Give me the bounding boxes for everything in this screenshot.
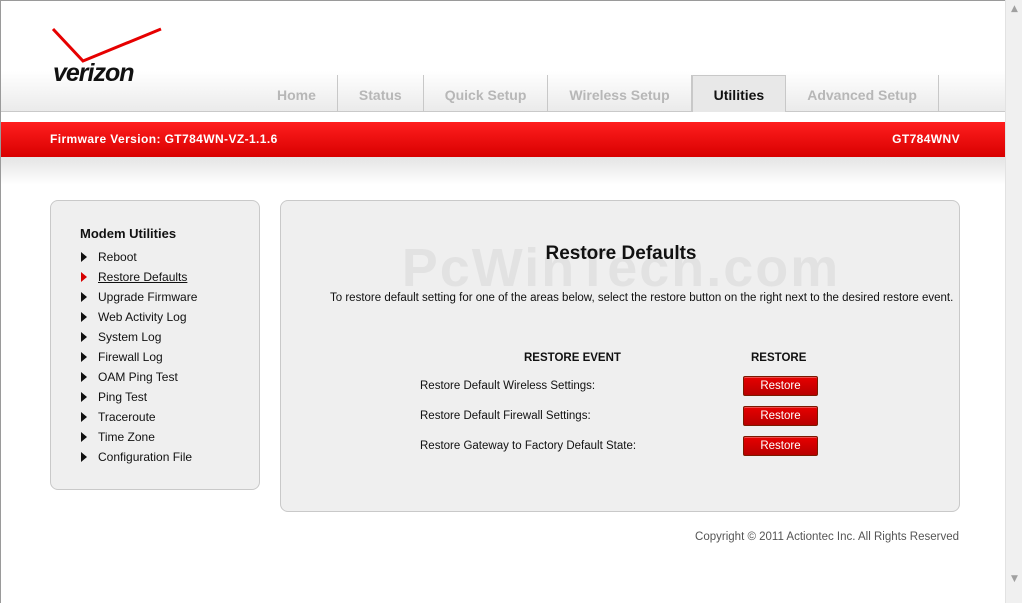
tab-quick-setup[interactable]: Quick Setup	[424, 75, 549, 112]
tab-advanced-setup[interactable]: Advanced Setup	[786, 75, 939, 112]
sidebar-item-label: Firewall Log	[98, 350, 163, 364]
tab-status[interactable]: Status	[338, 75, 424, 112]
sidebar-item-restore-defaults[interactable]: Restore Defaults	[81, 267, 197, 287]
restore-wireless-button[interactable]: Restore	[743, 376, 818, 396]
sidebar-item-label: System Log	[98, 330, 162, 344]
sidebar-item-label: Time Zone	[98, 430, 155, 444]
arrow-right-icon	[81, 332, 87, 342]
sidebar-item-label: OAM Ping Test	[98, 370, 178, 384]
arrow-right-icon	[81, 272, 87, 282]
verizon-logo[interactable]: verizon	[49, 25, 164, 95]
sidebar-title: Modem Utilities	[80, 226, 177, 241]
page-title: Restore Defaults	[545, 243, 697, 264]
sidebar-item-label: Upgrade Firmware	[98, 290, 198, 304]
arrow-right-icon	[81, 252, 87, 262]
arrow-right-icon	[81, 292, 87, 302]
restore-factory-label: Restore Gateway to Factory Default State…	[420, 440, 637, 452]
main-nav-tabs: Home Status Quick Setup Wireless Setup U…	[256, 75, 939, 112]
copyright-text: Copyright © 2011 Actiontec Inc. All Righ…	[695, 531, 959, 543]
sidebar-item-label: Restore Defaults	[98, 270, 188, 284]
sidebar-item-label: Configuration File	[98, 450, 193, 464]
firmware-banner: Firmware Version: GT784WN-VZ-1.1.6 GT784…	[1, 122, 1006, 157]
restore-factory-button[interactable]: Restore	[743, 436, 818, 456]
header: verizon Home Status Quick Setup Wireless…	[1, 1, 1006, 112]
sidebar-item-label: Reboot	[98, 250, 137, 264]
sidebar-item-traceroute[interactable]: Traceroute	[81, 407, 197, 427]
column-header-restore-event: RESTORE EVENT	[524, 352, 621, 364]
restore-firewall-label: Restore Default Firewall Settings:	[420, 410, 591, 422]
sidebar-item-upgrade-firmware[interactable]: Upgrade Firmware	[81, 287, 197, 307]
sidebar-item-configuration-file[interactable]: Configuration File	[81, 447, 197, 467]
banner-shadow	[1, 157, 1006, 185]
sidebar-item-label: Web Activity Log	[98, 310, 187, 324]
tab-home[interactable]: Home	[256, 75, 338, 112]
sidebar-item-system-log[interactable]: System Log	[81, 327, 197, 347]
sidebar-menu: Reboot Restore Defaults Upgrade Firmware…	[81, 247, 197, 467]
browser-page: verizon Home Status Quick Setup Wireless…	[0, 0, 1006, 603]
arrow-right-icon	[81, 352, 87, 362]
page-description: To restore default setting for one of th…	[330, 292, 954, 304]
firmware-version: Firmware Version: GT784WN-VZ-1.1.6	[50, 132, 278, 146]
arrow-right-icon	[81, 452, 87, 462]
logo-text: verizon	[53, 59, 135, 87]
restore-firewall-button[interactable]: Restore	[743, 406, 818, 426]
sidebar: Modem Utilities Reboot Restore Defaults …	[50, 200, 260, 490]
sidebar-item-time-zone[interactable]: Time Zone	[81, 427, 197, 447]
column-header-restore: RESTORE	[751, 352, 807, 364]
sidebar-item-web-activity-log[interactable]: Web Activity Log	[81, 307, 197, 327]
restore-defaults-panel: PcWinTech.com Restore Defaults To restor…	[280, 200, 960, 512]
arrow-right-icon	[81, 412, 87, 422]
sidebar-item-label: Ping Test	[98, 390, 148, 404]
arrow-right-icon	[81, 392, 87, 402]
sidebar-item-ping-test[interactable]: Ping Test	[81, 387, 197, 407]
sidebar-item-label: Traceroute	[98, 410, 156, 424]
arrow-right-icon	[81, 372, 87, 382]
scroll-up-icon[interactable]: ▲	[1009, 4, 1020, 15]
arrow-right-icon	[81, 432, 87, 442]
scroll-down-icon[interactable]: ▼	[1009, 574, 1020, 585]
model-name: GT784WNV	[892, 132, 960, 146]
tab-wireless-setup[interactable]: Wireless Setup	[548, 75, 692, 112]
sidebar-item-oam-ping-test[interactable]: OAM Ping Test	[81, 367, 197, 387]
restore-wireless-label: Restore Default Wireless Settings:	[420, 380, 596, 392]
vertical-scrollbar[interactable]: ▲ ▼	[1005, 0, 1022, 603]
arrow-right-icon	[81, 312, 87, 322]
sidebar-item-reboot[interactable]: Reboot	[81, 247, 197, 267]
tab-utilities[interactable]: Utilities	[691, 75, 787, 112]
sidebar-item-firewall-log[interactable]: Firewall Log	[81, 347, 197, 367]
